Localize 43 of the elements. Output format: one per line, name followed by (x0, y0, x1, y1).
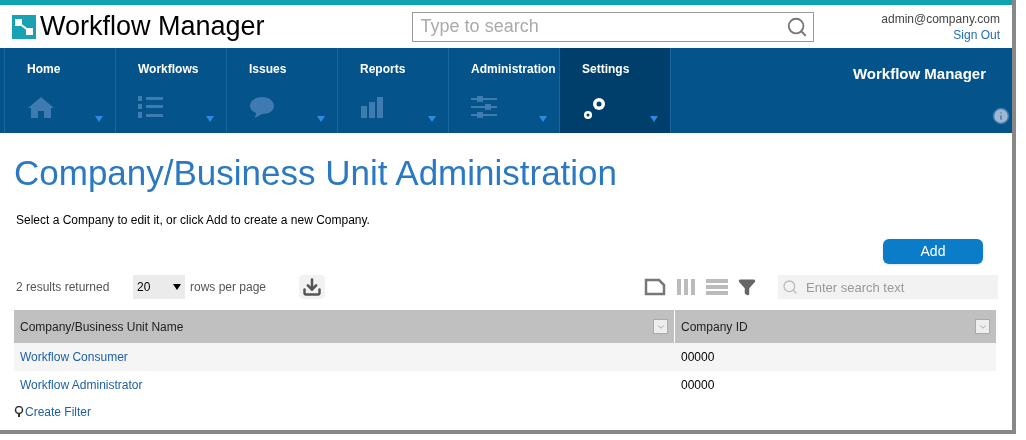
company-link[interactable]: Workflow Consumer (20, 350, 128, 364)
nav-tab[interactable]: Issues (226, 48, 337, 133)
numbered-list-icon (138, 95, 164, 119)
user-email: admin@company.com (881, 10, 1000, 27)
sliders-icon (471, 95, 497, 119)
nav-tab[interactable]: Home (4, 48, 115, 133)
app-title: Workflow Manager (852, 64, 986, 84)
table-cell: 00000 (681, 350, 715, 364)
column-header: Company ID (681, 318, 748, 336)
add-button[interactable]: Add (883, 239, 983, 264)
app-logo-text: Workflow Manager (40, 10, 265, 44)
home-icon (27, 95, 55, 119)
search-icon[interactable] (785, 15, 808, 38)
page-title: Company/Business Unit Administration (14, 152, 619, 194)
page-icon[interactable] (644, 278, 666, 296)
create-filter-link[interactable]: Create Filter (25, 403, 92, 421)
dropdown-arrow-icon (206, 116, 214, 122)
dropdown-arrow-icon (539, 116, 547, 122)
caret-icon (173, 284, 181, 290)
table-cell: 00000 (681, 378, 715, 392)
filter-icon[interactable] (738, 278, 756, 296)
nav-tab[interactable]: Settings (559, 48, 670, 133)
dropdown-arrow-icon (428, 116, 436, 122)
table-search-field[interactable]: Enter search text (778, 275, 998, 299)
dropdown-arrow-icon (95, 116, 103, 122)
results-count: 2 results returned (16, 279, 111, 296)
company-link[interactable]: Workflow Administrator (20, 378, 143, 392)
speech-bubble-icon (249, 95, 275, 119)
sign-out-link[interactable]: Sign Out (953, 26, 1000, 43)
dropdown-arrow-icon (317, 116, 325, 122)
download-button[interactable] (299, 275, 326, 299)
intro-text: Select a Company to edit it, or click Add to create a new Company. (16, 212, 371, 229)
rows-per-page-label: rows per page (190, 279, 267, 296)
column-header: Company/Business Unit Name (20, 318, 184, 336)
info-icon[interactable] (992, 107, 1010, 125)
search-icon (782, 279, 798, 295)
nav-tab[interactable]: Workflows (115, 48, 226, 133)
dropdown-arrow-icon (650, 116, 658, 122)
search-field[interactable]: Type to search (411, 11, 814, 42)
bar-chart-icon (360, 95, 384, 119)
rows-per-page-select[interactable]: 20 (133, 275, 185, 299)
nav-tab[interactable]: Reports (337, 48, 448, 133)
logo-icon (12, 14, 36, 39)
